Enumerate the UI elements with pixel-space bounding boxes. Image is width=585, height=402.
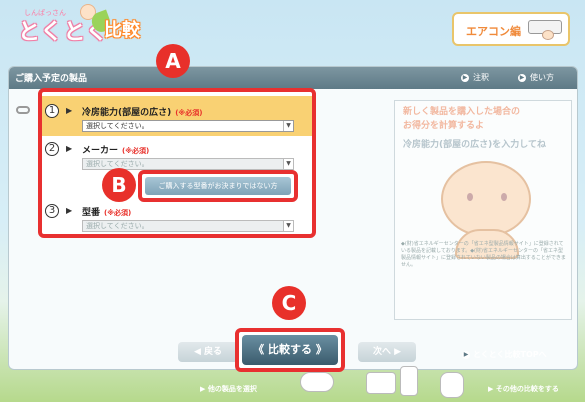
chevron-down-icon: ▼ (283, 159, 293, 169)
step-number: 3 (45, 204, 59, 218)
arrow-icon: ▶ (518, 73, 526, 82)
appliance-icon (300, 372, 334, 392)
top-page-link[interactable]: ▶ とくとく比較TOPへ (462, 349, 547, 360)
mascot-icon (441, 161, 531, 237)
aircon-category-label: エアコン編 (466, 25, 521, 38)
form-row-capacity: 1 ▶ 冷房能力(部屋の広さ) (※必須) 選択してください。 ▼ (42, 96, 312, 136)
triangle-icon: ▶ (66, 144, 73, 153)
triangle-icon: ▶ (66, 206, 73, 215)
info-instruction: 冷房能力(部屋の広さ)を入力してね (403, 140, 546, 150)
marker-c: C (272, 286, 306, 320)
panel-header: ご購入予定の製品 ▶ 注釈 ▶ 使い方 (9, 67, 577, 89)
marker-b: B (102, 168, 136, 202)
appliance-icon (440, 372, 464, 398)
info-note: ◆(財)省エネルギーセンターの「省エネ型製品情報サイト」に登録されている製品を記… (401, 241, 566, 268)
row-label-maker: メーカー (※必須) (82, 146, 150, 156)
appliance-icon (366, 372, 396, 394)
chevron-down-icon: ▼ (283, 221, 293, 231)
info-headline: 新しく製品を購入した場合の お得分を計算するよ (403, 107, 521, 131)
row-label-model: 型番 (※必須) (82, 208, 132, 218)
appliance-icon (400, 366, 418, 396)
arrow-icon: ▶ (461, 73, 469, 82)
aircon-category-button[interactable]: エアコン編 (452, 12, 570, 46)
model-select[interactable]: 選択してください。 ▼ (82, 220, 294, 232)
chevron-down-icon: ▼ (283, 121, 293, 131)
next-button[interactable]: 次へ ▶ (358, 342, 416, 362)
form-row-model: 3 ▶ 型番 (※必須) 選択してください。 ▼ (42, 200, 312, 236)
link-icon (16, 106, 30, 114)
triangle-icon: ▶ (66, 106, 73, 115)
product-form: 1 ▶ 冷房能力(部屋の広さ) (※必須) 選択してください。 ▼ 2 ▶ メーカ… (38, 88, 316, 238)
select-other-product-link[interactable]: ▶ 他の製品を選択 (200, 384, 257, 394)
compare-button-frame: 《 比較する 》 (235, 328, 345, 372)
caution-link[interactable]: ▶ 注釈 (461, 72, 489, 83)
baby-face-icon (542, 30, 554, 40)
other-comparison-link[interactable]: ▶ その他の比較をする (488, 384, 559, 394)
marker-a: A (156, 44, 190, 78)
row-label-capacity: 冷房能力(部屋の広さ) (※必須) (82, 108, 203, 118)
arrow-icon: ▶ (462, 350, 470, 359)
compare-button[interactable]: 《 比較する 》 (242, 335, 338, 365)
step-number: 1 (45, 104, 59, 118)
model-undecided-button[interactable]: ご購入する型番がお決まりではない方 (138, 170, 298, 202)
model-undecided-label: ご購入する型番がお決まりではない方 (145, 177, 291, 195)
panel-title: ご購入予定の製品 (15, 74, 88, 84)
info-panel: 新しく製品を購入した場合の お得分を計算するよ 冷房能力(部屋の広さ)を入力して… (394, 100, 572, 320)
back-button[interactable]: ◀ 戻る (178, 342, 238, 362)
howto-link[interactable]: ▶ 使い方 (518, 72, 554, 83)
step-number: 2 (45, 142, 59, 156)
form-row-maker: 2 ▶ メーカー (※必須) 選択してください。 ▼ (42, 138, 312, 174)
logo-badge: 比較 (104, 20, 140, 41)
capacity-select[interactable]: 選択してください。 ▼ (82, 120, 294, 132)
